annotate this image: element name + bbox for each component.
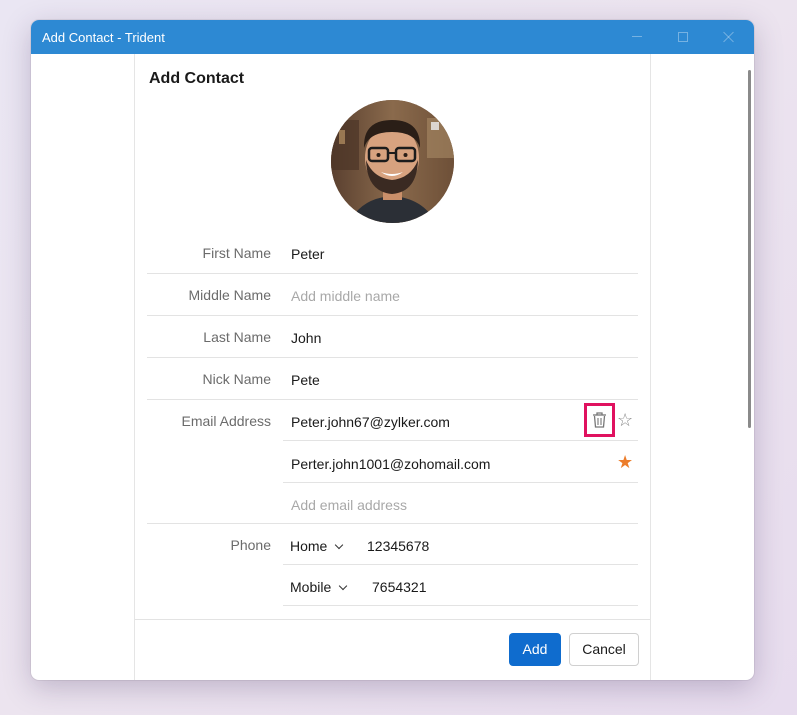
nick-name-input[interactable]: Pete <box>291 372 320 388</box>
phone-type-value: Home <box>290 538 328 554</box>
email-label: Email Address <box>181 413 271 429</box>
left-panel-divider <box>134 54 135 680</box>
page-title: Add Contact <box>149 70 245 87</box>
add-contact-window: Add Contact - Trident Add Contact First … <box>31 20 754 680</box>
divider <box>147 315 638 316</box>
phone-label: Phone <box>230 537 271 553</box>
chevron-down-icon <box>339 581 348 591</box>
divider <box>147 273 638 274</box>
contact-avatar[interactable] <box>331 100 454 223</box>
title-bar: Add Contact - Trident <box>31 20 754 54</box>
middle-name-input[interactable]: Add middle name <box>291 288 400 304</box>
add-button[interactable]: Add <box>509 633 561 666</box>
divider <box>283 482 638 483</box>
email-input-2[interactable]: Perter.john1001@zohomail.com <box>291 456 490 472</box>
star-filled-icon[interactable]: ★ <box>617 453 633 471</box>
avatar-photo <box>331 100 454 223</box>
phone-type-select-2[interactable]: Mobile <box>290 579 348 595</box>
close-icon <box>723 31 735 43</box>
phone-input-2[interactable]: 7654321 <box>372 579 427 595</box>
maximize-button[interactable] <box>660 20 706 54</box>
first-name-input[interactable]: Peter <box>291 246 324 262</box>
maximize-icon <box>678 32 688 42</box>
last-name-input[interactable]: John <box>291 330 321 346</box>
phone-type-value: Mobile <box>290 579 332 595</box>
divider <box>147 523 638 524</box>
divider <box>283 564 638 565</box>
phone-input-1[interactable]: 12345678 <box>367 538 429 554</box>
footer-divider <box>135 619 650 620</box>
minimize-button[interactable] <box>614 20 660 54</box>
window-title: Add Contact - Trident <box>42 30 165 45</box>
divider <box>283 440 638 441</box>
right-panel-divider <box>650 54 651 680</box>
phone-type-select-1[interactable]: Home <box>290 538 344 554</box>
close-button[interactable] <box>706 20 752 54</box>
star-outline-icon[interactable]: ☆ <box>617 411 633 429</box>
cancel-button[interactable]: Cancel <box>569 633 639 666</box>
delete-email-button[interactable] <box>584 403 615 437</box>
last-name-label: Last Name <box>203 329 271 345</box>
divider <box>147 399 638 400</box>
middle-name-label: Middle Name <box>188 287 271 303</box>
email-input-1[interactable]: Peter.john67@zylker.com <box>291 414 450 430</box>
add-email-input[interactable]: Add email address <box>291 497 407 513</box>
divider <box>283 605 638 606</box>
divider <box>147 357 638 358</box>
first-name-label: First Name <box>202 245 271 261</box>
chevron-down-icon <box>335 540 344 550</box>
minimize-icon <box>632 36 642 37</box>
scrollbar[interactable] <box>748 70 751 428</box>
trash-icon <box>593 412 606 428</box>
nick-name-label: Nick Name <box>202 371 271 387</box>
